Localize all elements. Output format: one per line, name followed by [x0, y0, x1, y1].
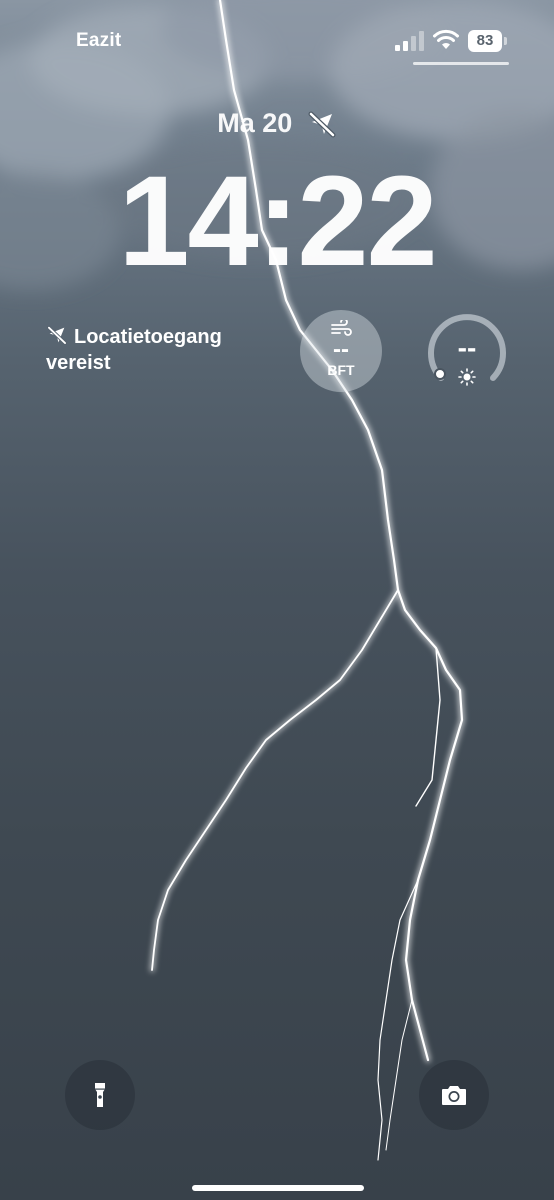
weather-location-widget[interactable]: Locatietoegang vereist: [46, 324, 286, 376]
battery-indicator: 83: [468, 30, 508, 52]
cellular-signal-icon: [395, 31, 424, 51]
location-required-subtext: vereist: [46, 352, 111, 374]
uv-value: --: [457, 332, 477, 363]
camera-button[interactable]: [419, 1060, 489, 1130]
lock-date: Ma 20: [217, 108, 293, 138]
location-off-icon: [47, 325, 67, 345]
sun-icon: [458, 368, 476, 386]
lock-clock[interactable]: 14:22: [0, 148, 554, 295]
location-off-icon: [308, 111, 336, 137]
flashlight-icon: [95, 1083, 105, 1107]
status-bar: Eazit 83: [0, 0, 554, 70]
wifi-icon: [433, 29, 459, 49]
battery-tip: [504, 37, 507, 45]
wind-widget[interactable]: -- BFT: [300, 310, 382, 392]
battery-level: 83: [468, 30, 502, 52]
camera-icon: [442, 1086, 466, 1105]
uv-index-widget[interactable]: --: [425, 310, 509, 394]
control-center-handle[interactable]: [413, 62, 509, 65]
wind-value: --: [333, 336, 349, 363]
date-row: Ma 20: [0, 108, 554, 139]
location-line-1: Locatietoegang: [46, 324, 286, 350]
location-required-text: Locatietoegang: [74, 326, 222, 348]
carrier-name: Eazit: [76, 30, 122, 51]
wind-unit: BFT: [327, 362, 355, 378]
flashlight-button[interactable]: [65, 1060, 135, 1130]
home-indicator[interactable]: [192, 1185, 364, 1191]
